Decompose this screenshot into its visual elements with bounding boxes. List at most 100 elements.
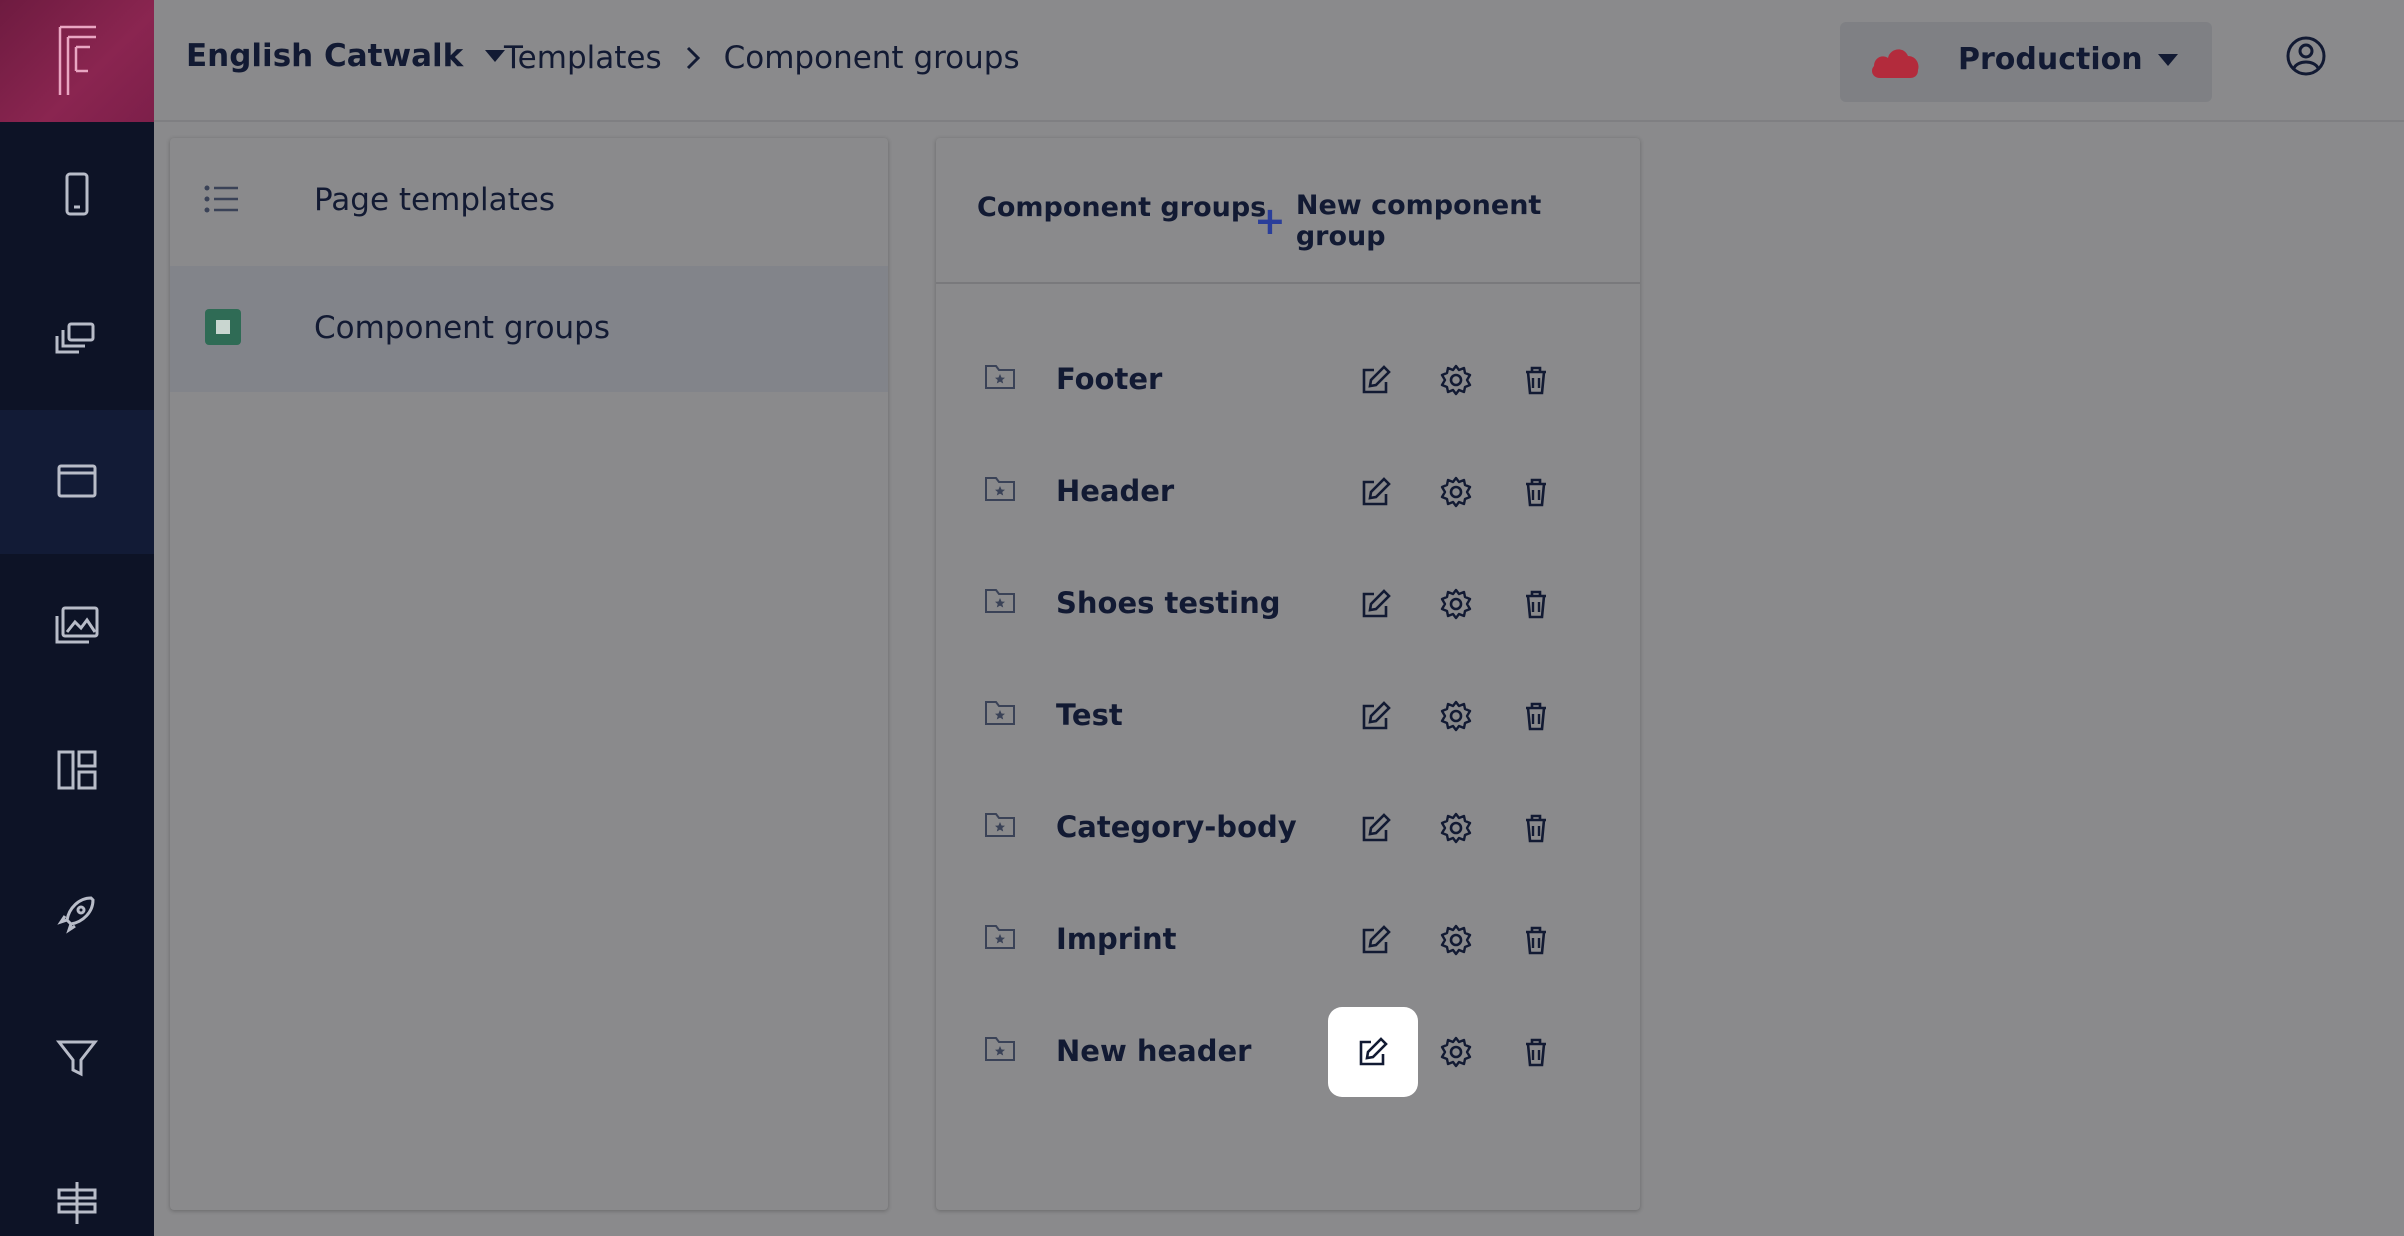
plus-icon: +: [1254, 199, 1286, 243]
edit-button[interactable]: [1350, 690, 1402, 742]
component-group-name: Footer: [1056, 362, 1163, 396]
breadcrumb: Templates Component groups: [504, 40, 1020, 76]
signpost-icon: [57, 1182, 97, 1224]
logo-icon: [58, 25, 96, 95]
folder-star-icon: [984, 1034, 1016, 1066]
breadcrumb-templates[interactable]: Templates: [504, 40, 662, 76]
folder-star-icon: [984, 474, 1016, 506]
phone-icon: [65, 172, 89, 216]
images-icon: [55, 606, 99, 644]
settings-button[interactable]: [1430, 1026, 1482, 1078]
component-group-row[interactable]: Header: [936, 436, 1640, 548]
folder-star-icon: [984, 362, 1016, 394]
settings-button[interactable]: [1430, 578, 1482, 630]
delete-button[interactable]: [1510, 690, 1562, 742]
environment-selector[interactable]: Production: [1840, 22, 2212, 102]
window-icon: [57, 464, 97, 498]
component-group-row[interactable]: Test: [936, 660, 1640, 772]
rail-item-filters[interactable]: [0, 986, 154, 1130]
component-group-name: Header: [1056, 474, 1175, 508]
edit-icon: [1357, 1036, 1389, 1068]
delete-button[interactable]: [1510, 802, 1562, 854]
dashboard-icon: [57, 750, 97, 790]
project-switcher[interactable]: English Catwalk: [186, 38, 506, 74]
edit-icon: [1360, 364, 1392, 396]
trash-icon: [1520, 700, 1552, 732]
gear-icon: [1440, 812, 1472, 844]
component-group-row[interactable]: Shoes testing: [936, 548, 1640, 660]
rail-item-layouts[interactable]: [0, 698, 154, 842]
nav-rail: [0, 0, 154, 1236]
nav-item-label: Component groups: [314, 310, 611, 346]
chevron-down-icon: [2158, 54, 2178, 66]
chevron-down-icon: [485, 50, 506, 62]
settings-button[interactable]: [1430, 914, 1482, 966]
edit-button[interactable]: [1350, 802, 1402, 854]
chevron-right-icon: [686, 46, 700, 70]
gear-icon: [1440, 1036, 1472, 1068]
folder-star-icon: [984, 586, 1016, 618]
trash-icon: [1520, 476, 1552, 508]
component-group-row[interactable]: Category-body: [936, 772, 1640, 884]
rail-item-pages[interactable]: [0, 266, 154, 410]
component-group-name: Shoes testing: [1056, 586, 1281, 620]
edit-icon: [1360, 924, 1392, 956]
edit-button[interactable]: [1328, 1007, 1418, 1097]
nav-item-label: Page templates: [314, 182, 555, 218]
copy-icon: [55, 322, 95, 354]
breadcrumb-component-groups: Component groups: [723, 40, 1020, 76]
rail-item-navigation[interactable]: [0, 1130, 154, 1236]
delete-button[interactable]: [1510, 1026, 1562, 1078]
component-group-row[interactable]: New header: [936, 996, 1640, 1108]
rail-item-templates[interactable]: [0, 410, 154, 554]
delete-button[interactable]: [1510, 354, 1562, 406]
edit-icon: [1360, 476, 1392, 508]
nav-item-page-templates[interactable]: Page templates: [170, 138, 888, 264]
environment-label: Production: [1958, 42, 2143, 77]
settings-button[interactable]: [1430, 690, 1482, 742]
gear-icon: [1440, 924, 1472, 956]
delete-button[interactable]: [1510, 466, 1562, 518]
rail-item-media[interactable]: [0, 554, 154, 698]
gear-icon: [1440, 588, 1472, 620]
component-group-row[interactable]: Imprint: [936, 884, 1640, 996]
folder-star-icon: [984, 810, 1016, 842]
nav-item-component-groups[interactable]: Component groups: [170, 266, 888, 392]
panel-title: Component groups: [977, 192, 1267, 223]
edit-button[interactable]: [1350, 354, 1402, 406]
rail-item-devices[interactable]: [0, 122, 154, 266]
settings-button[interactable]: [1430, 354, 1482, 406]
trash-icon: [1520, 812, 1552, 844]
user-account-icon[interactable]: [2284, 34, 2328, 78]
gear-icon: [1440, 364, 1472, 396]
edit-button[interactable]: [1350, 466, 1402, 518]
component-group-name: Test: [1056, 698, 1123, 732]
new-component-group-label: New component group: [1295, 190, 1542, 252]
gear-icon: [1440, 700, 1472, 732]
app-logo[interactable]: [0, 0, 154, 122]
edit-button[interactable]: [1350, 914, 1402, 966]
settings-button[interactable]: [1430, 466, 1482, 518]
delete-button[interactable]: [1510, 578, 1562, 630]
component-groups-panel: Component groups + New component group F…: [936, 138, 1640, 1210]
square-icon: [205, 309, 241, 345]
rocket-icon: [57, 896, 95, 934]
trash-icon: [1520, 588, 1552, 620]
project-name: English Catwalk: [186, 38, 464, 74]
new-component-group-button[interactable]: + New component group: [1254, 190, 1640, 252]
component-group-row[interactable]: Footer: [936, 324, 1640, 436]
list-icon: [204, 185, 238, 213]
panel-header: Component groups + New component group: [936, 138, 1640, 284]
folder-star-icon: [984, 922, 1016, 954]
rail-item-publish[interactable]: [0, 842, 154, 986]
settings-button[interactable]: [1430, 802, 1482, 854]
top-bar: English Catwalk Templates Component grou…: [154, 0, 2404, 122]
delete-button[interactable]: [1510, 914, 1562, 966]
edit-icon: [1360, 700, 1392, 732]
edit-icon: [1360, 812, 1392, 844]
filter-icon: [55, 1040, 99, 1077]
component-group-name: Imprint: [1056, 922, 1177, 956]
edit-button[interactable]: [1350, 578, 1402, 630]
edit-icon: [1360, 588, 1392, 620]
component-group-name: New header: [1056, 1034, 1252, 1068]
